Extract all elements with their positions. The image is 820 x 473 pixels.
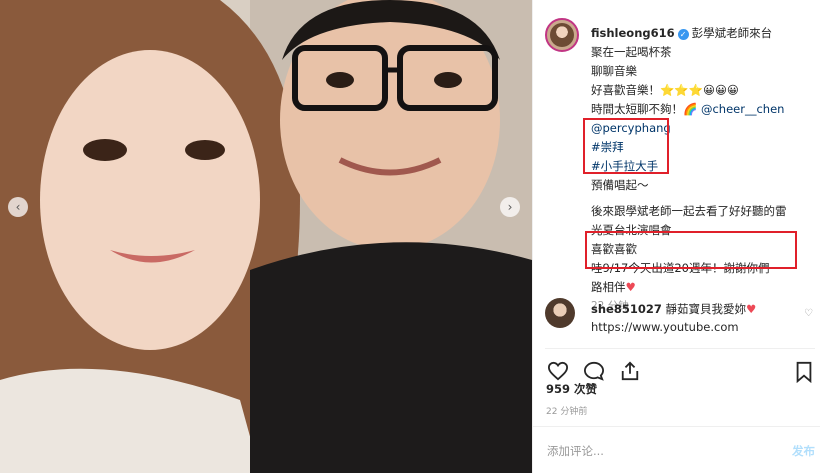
comment-input[interactable]: 添加评论...: [547, 443, 604, 459]
instagram-post-view: ‹ › fishleong616 ✓ 彭學斌老師來台 聚在一起喝杯茶 聊聊音樂 好喜…: [0, 0, 820, 473]
posted-time: 22 分钟前: [546, 407, 588, 417]
comment-body: 靜茹寶貝我愛妳: [665, 302, 747, 316]
chevron-right-icon: ›: [507, 200, 513, 214]
small-heart-icon[interactable]: ♡: [804, 308, 813, 319]
comment-icon[interactable]: [583, 361, 605, 381]
comment-text: she851027 靜茹寶貝我愛妳♥ https://www.youtube.c…: [591, 300, 791, 336]
caption-line-11: 後來跟學斌老師一起去看了好好聽的雷: [591, 204, 787, 218]
author-avatar[interactable]: [545, 18, 579, 52]
caption-line-2: 聚在一起喝杯茶: [591, 45, 672, 59]
highlight-box-hashtags: [583, 118, 669, 174]
post-photo[interactable]: ‹ ›: [0, 0, 532, 473]
commenter-username[interactable]: she851027: [591, 302, 662, 316]
highlight-box-anniversary: [585, 231, 797, 269]
caption-line-5: 時間太短聊不夠！🌈: [591, 102, 698, 116]
caption-line-10: 預備唱起～: [591, 178, 649, 192]
photo-illustration: [0, 0, 532, 473]
next-photo-button[interactable]: ›: [500, 197, 520, 217]
caption-line-3: 聊聊音樂: [591, 64, 637, 78]
comment-heart-emoji-icon: ♥: [746, 302, 757, 316]
chevron-left-icon: ‹: [15, 200, 21, 214]
red-heart-icon: ♥: [625, 280, 636, 294]
like-count[interactable]: 959 次赞: [546, 381, 597, 397]
comment-composer: 添加评论... 发布: [533, 426, 820, 473]
action-bar: [545, 348, 815, 383]
bookmark-icon[interactable]: [795, 361, 813, 383]
caption-line-15: 路相伴: [591, 280, 626, 294]
caption-line-4: 好喜歡音樂！⭐⭐⭐😀😀😀: [591, 83, 739, 97]
verified-badge-icon: ✓: [677, 29, 689, 40]
mention-cheer-chen[interactable]: @cheer__chen: [701, 102, 784, 116]
previous-photo-button[interactable]: ‹: [8, 197, 28, 217]
author-username[interactable]: fishleong616: [591, 26, 675, 40]
comment-link[interactable]: https://www.youtube.com: [591, 320, 739, 334]
post-comment-button[interactable]: 发布: [792, 443, 815, 459]
heart-icon[interactable]: [547, 361, 569, 381]
commenter-avatar[interactable]: [545, 298, 575, 328]
share-icon[interactable]: [619, 361, 641, 381]
caption-line-1: 彭學斌老師來台: [691, 26, 773, 40]
